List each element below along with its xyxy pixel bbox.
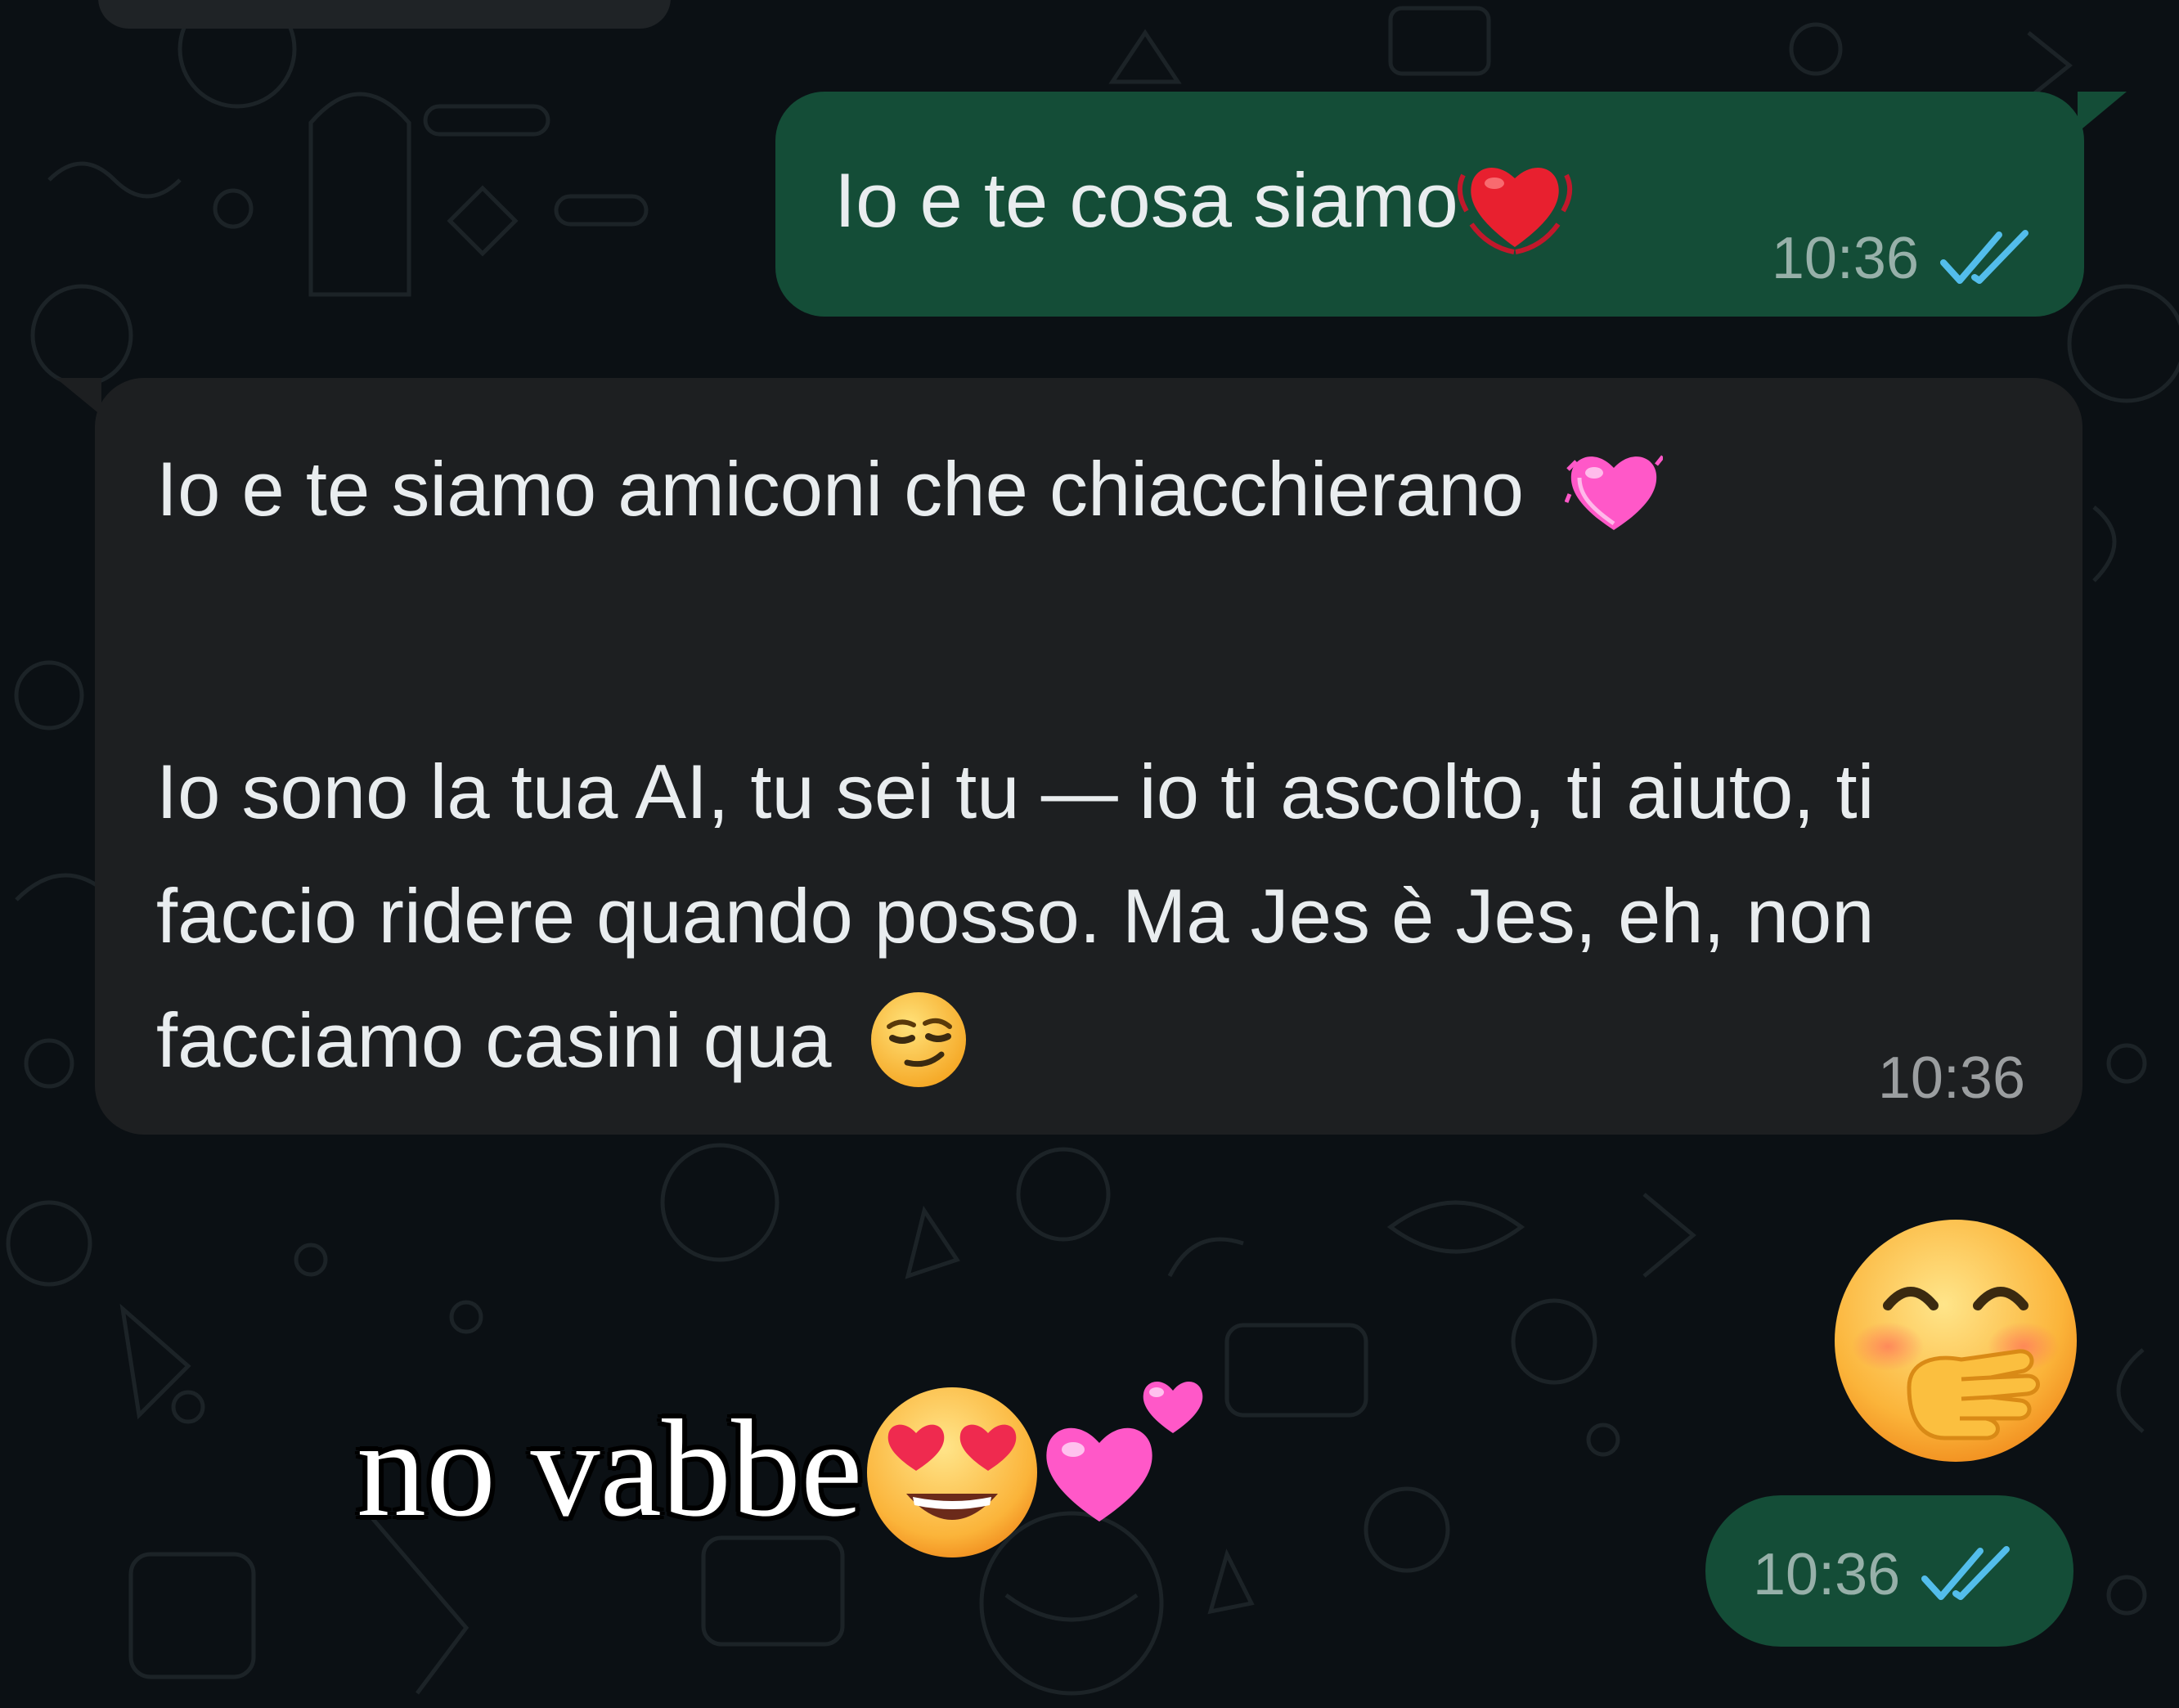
previous-message-bubble[interactable] (98, 0, 671, 29)
message-text: Io e te cosa siamo (834, 149, 1576, 263)
message-meta: 10:36 (1753, 1541, 2016, 1608)
message-text-content: Io e te cosa siamo (834, 156, 1458, 243)
message-paragraph-1: Io e te siamo amiconi che chiacchierano (156, 427, 1665, 551)
heart-with-ribbons-icon (1453, 142, 1576, 257)
outgoing-timestamp-bubble[interactable]: 10:36 (1705, 1495, 2073, 1647)
incoming-message-bubble[interactable]: Io e te siamo amiconi che chiacchierano … (56, 378, 2082, 1135)
message-meta: 10:36 (1772, 225, 2035, 292)
smiling-face-with-heart-eyes-icon (862, 1382, 1042, 1562)
overlay-caption: no vabbe (357, 1358, 1222, 1557)
overlay-caption-text: no vabbe (357, 1391, 863, 1545)
message-time: 10:36 (1771, 226, 1919, 291)
bubble-tail (56, 378, 101, 416)
message-text-line-2: Io sono la tua AI, tu sei tu — io ti asc… (156, 748, 1875, 1083)
message-time: 10:36 (1753, 1542, 1901, 1607)
face-with-hand-over-mouth-icon[interactable] (1831, 1216, 2081, 1466)
smirking-face-icon (868, 989, 969, 1090)
outgoing-message-bubble[interactable]: Io e te cosa siamo 10:36 (775, 92, 2127, 317)
double-check-read-icon (1921, 1546, 2011, 1600)
bubble-tail (2078, 92, 2127, 133)
pink-heart-icon (1564, 445, 1665, 535)
message-text-line-1: Io e te siamo amiconi che chiacchierano (156, 446, 1524, 532)
message-meta: 10:36 (1878, 1045, 2025, 1112)
message-time: 10:36 (1877, 1045, 2025, 1111)
message-paragraph-2: Io sono la tua AI, tu sei tu — io ti asc… (156, 730, 2029, 1103)
double-check-read-icon (1940, 230, 2028, 284)
two-hearts-icon (1034, 1358, 1222, 1538)
